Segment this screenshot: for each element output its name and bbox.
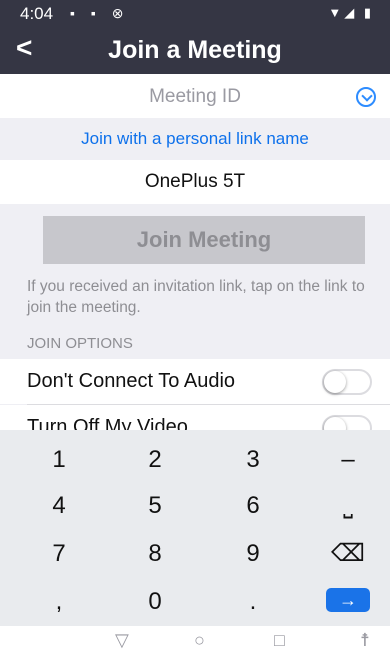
key-7[interactable]: 7 xyxy=(11,532,107,576)
page-title: Join a Meeting xyxy=(108,36,282,64)
key-5[interactable]: 5 xyxy=(107,484,203,528)
key-4[interactable]: 4 xyxy=(11,484,107,528)
key-2[interactable]: 2 xyxy=(107,438,203,482)
video-toggle[interactable] xyxy=(322,415,372,430)
personal-link-button[interactable]: Join with a personal link name xyxy=(0,118,390,160)
invitation-hint: If you received an invitation link, tap … xyxy=(27,278,365,316)
signal-battery-icons: ▼◢ ▮ xyxy=(328,5,374,20)
option-audio-label: Don't Connect To Audio xyxy=(27,370,236,392)
title-bar: < Join a Meeting xyxy=(0,26,390,74)
status-bar: 4:04 ▪ ▪ ⊗ ▼◢ ▮ xyxy=(0,0,390,26)
nav-home-icon[interactable]: ○ xyxy=(194,630,205,651)
key-1[interactable]: 1 xyxy=(11,438,107,482)
key-dash[interactable]: – xyxy=(300,438,390,482)
nav-recent-icon[interactable]: □ xyxy=(274,630,285,651)
option-audio-row: Don't Connect To Audio xyxy=(0,359,390,404)
key-9[interactable]: 9 xyxy=(205,532,301,576)
option-video-label: Turn Off My Video xyxy=(27,416,188,430)
backspace-icon[interactable]: ⌫ xyxy=(300,532,390,576)
nav-back-icon[interactable]: ▽ xyxy=(115,630,129,651)
status-time: 4:04 xyxy=(20,4,54,23)
notification-icons: ▪ ▪ ⊗ xyxy=(70,5,130,21)
key-comma[interactable]: , xyxy=(11,580,107,624)
numeric-keypad: 1 2 3 – 4 5 6 ⎵ 7 8 9 ⌫ , 0 . → xyxy=(0,430,390,626)
meeting-id-placeholder: Meeting ID xyxy=(149,86,241,107)
option-video-row: Turn Off My Video xyxy=(0,405,390,430)
join-options-header: JOIN OPTIONS xyxy=(27,335,133,352)
key-space[interactable]: ⎵ xyxy=(300,484,390,528)
accessibility-icon[interactable]: ☨ xyxy=(360,630,370,651)
audio-toggle[interactable] xyxy=(322,369,372,395)
meeting-id-field[interactable]: Meeting ID xyxy=(0,74,390,118)
key-3[interactable]: 3 xyxy=(205,438,301,482)
key-period[interactable]: . xyxy=(205,580,301,624)
key-8[interactable]: 8 xyxy=(107,532,203,576)
key-0[interactable]: 0 xyxy=(107,580,203,624)
join-form: Meeting ID Join with a personal link nam… xyxy=(0,74,390,430)
join-meeting-button[interactable]: Join Meeting xyxy=(43,216,365,264)
display-name-field[interactable]: OnePlus 5T xyxy=(0,160,390,204)
system-nav-bar: ▽ ○ □ ☨ xyxy=(0,626,390,656)
key-6[interactable]: 6 xyxy=(205,484,301,528)
enter-arrow-icon[interactable]: → xyxy=(326,588,370,612)
chevron-down-icon[interactable] xyxy=(356,87,376,107)
